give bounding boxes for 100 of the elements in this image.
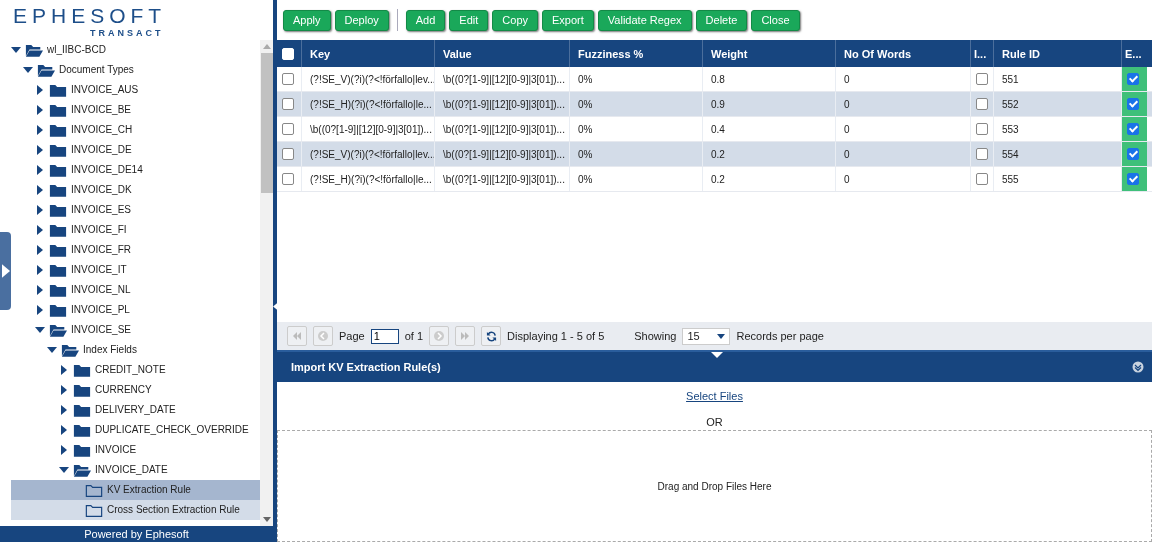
checkbox[interactable] [1127, 73, 1139, 85]
checkbox[interactable] [976, 148, 988, 160]
row-checkbox[interactable] [282, 148, 294, 160]
tree-item[interactable]: Cross Section Extraction Rule [11, 500, 260, 520]
scrollbar[interactable] [260, 40, 273, 526]
panel-title: Import KV Extraction Rule(s) [291, 361, 441, 373]
checkbox[interactable] [976, 98, 988, 110]
expanded-arrow-icon[interactable] [23, 65, 33, 75]
per-page-dropdown[interactable]: 15 [682, 327, 731, 345]
first-page-icon [292, 332, 302, 340]
table-cell: \b((0?[1-9]|[12][0-9]|3[01])... [434, 67, 569, 91]
checkbox[interactable] [976, 123, 988, 135]
checkbox[interactable] [976, 73, 988, 85]
collapsed-arrow-icon[interactable] [35, 105, 45, 115]
record-range: Displaying 1 - 5 of 5 [507, 330, 605, 342]
tree-item[interactable]: Index Fields [11, 340, 260, 360]
collapse-icon[interactable] [1132, 361, 1144, 373]
row-checkbox[interactable] [282, 73, 294, 85]
drop-zone[interactable]: Drag and Drop Files Here [277, 430, 1152, 542]
collapsed-arrow-icon[interactable] [35, 185, 45, 195]
refresh-button[interactable] [481, 326, 502, 346]
row-checkbox[interactable] [282, 98, 294, 110]
checkbox[interactable] [976, 173, 988, 185]
open-folder-icon [73, 462, 91, 478]
tree-item[interactable]: Document Types [11, 60, 260, 80]
open-folder-icon [37, 62, 55, 78]
showing-label: Showing [634, 330, 677, 342]
expanded-arrow-icon[interactable] [47, 345, 57, 355]
select-all-checkbox[interactable] [282, 47, 294, 60]
folder-icon [73, 422, 91, 438]
expanded-arrow-icon[interactable] [11, 45, 21, 55]
table-cell: \b((0?[1-9]|[12][0-9]|3[01])... [434, 117, 569, 141]
tree-item[interactable]: INVOICE_IT [11, 260, 260, 280]
checkbox[interactable] [1127, 173, 1139, 185]
collapsed-arrow-icon[interactable] [35, 125, 45, 135]
tree-item[interactable]: DUPLICATE_CHECK_OVERRIDE [11, 420, 260, 440]
tree-item[interactable]: INVOICE_ES [11, 200, 260, 220]
expand-arrow-icon[interactable] [1, 264, 10, 278]
tree-item[interactable]: INVOICE_FI [11, 220, 260, 240]
tree-item[interactable]: CURRENCY [11, 380, 260, 400]
expanded-arrow-icon[interactable] [35, 325, 45, 335]
open-folder-icon [61, 342, 79, 358]
refresh-icon [485, 330, 497, 342]
checkbox[interactable] [1127, 98, 1139, 110]
collapsed-arrow-icon[interactable] [59, 445, 69, 455]
tree-item[interactable]: KV Extraction Rule [11, 480, 260, 500]
collapsed-arrow-icon[interactable] [35, 165, 45, 175]
checkbox[interactable] [1127, 148, 1139, 160]
table-cell: \b((0?[1-9]|[12][0-9]|3[01])... [434, 92, 569, 116]
collapsed-arrow-icon[interactable] [59, 385, 69, 395]
tree-item[interactable]: INVOICE_AUS [11, 80, 260, 100]
collapsed-arrow-icon[interactable] [35, 85, 45, 95]
tree-item[interactable]: INVOICE_PL [11, 300, 260, 320]
tree-item[interactable]: INVOICE_DK [11, 180, 260, 200]
table-cell: (?!SE_V)(?i)(?<!förfallo|lev... [301, 142, 434, 166]
collapsed-arrow-icon[interactable] [35, 205, 45, 215]
table-cell: \b((0?[1-9]|[12][0-9]|3[01])... [434, 142, 569, 166]
folder-icon [73, 442, 91, 458]
table-cell: 0.8 [702, 67, 835, 91]
tree-item[interactable]: INVOICE_DATE [11, 460, 260, 480]
table-cell: 0% [569, 142, 702, 166]
side-panel-tab[interactable] [0, 232, 11, 310]
select-files-link[interactable]: Select Files [686, 390, 743, 402]
collapsed-arrow-icon[interactable] [35, 145, 45, 155]
row-checkbox[interactable] [282, 123, 294, 135]
folder-icon [49, 82, 67, 98]
caret-icon [717, 333, 726, 339]
folder-icon [49, 162, 67, 178]
tree-item[interactable]: INVOICE_DE14 [11, 160, 260, 180]
tree-item[interactable]: INVOICE_FR [11, 240, 260, 260]
tree-item[interactable]: INVOICE_NL [11, 280, 260, 300]
table-cell: 0 [835, 67, 970, 91]
collapsed-arrow-icon[interactable] [35, 265, 45, 275]
tree-item[interactable]: CREDIT_NOTE [11, 360, 260, 380]
tree-item[interactable]: wl_IIBC-BCD [11, 40, 260, 60]
collapsed-arrow-icon[interactable] [59, 425, 69, 435]
collapsed-arrow-icon[interactable] [35, 245, 45, 255]
checkbox[interactable] [1127, 123, 1139, 135]
expanded-arrow-icon[interactable] [59, 465, 69, 475]
row-checkbox[interactable] [282, 173, 294, 185]
table-cell: 0.4 [702, 117, 835, 141]
collapsed-arrow-icon[interactable] [35, 225, 45, 235]
folder-icon [49, 262, 67, 278]
collapsed-arrow-icon[interactable] [35, 305, 45, 315]
page-field[interactable]: 1 [370, 328, 399, 344]
scroll-down-icon[interactable] [262, 517, 271, 522]
tree-item[interactable]: INVOICE_BE [11, 100, 260, 120]
table-cell: \b((0?[1-9]|[12][0-9]|3[01])... [301, 117, 434, 141]
tree-item[interactable]: INVOICE [11, 440, 260, 460]
folder-outline-icon [85, 502, 103, 518]
collapsed-arrow-icon[interactable] [35, 285, 45, 295]
tree-item[interactable]: INVOICE_DE [11, 140, 260, 160]
tree-item[interactable]: INVOICE_CH [11, 120, 260, 140]
tree-item[interactable]: INVOICE_SE [11, 320, 260, 340]
collapsed-arrow-icon[interactable] [59, 365, 69, 375]
collapsed-arrow-icon[interactable] [59, 405, 69, 415]
folder-icon [49, 302, 67, 318]
table-cell: 0% [569, 92, 702, 116]
tree-item[interactable]: DELIVERY_DATE [11, 400, 260, 420]
records-label: Records per page [736, 330, 824, 342]
